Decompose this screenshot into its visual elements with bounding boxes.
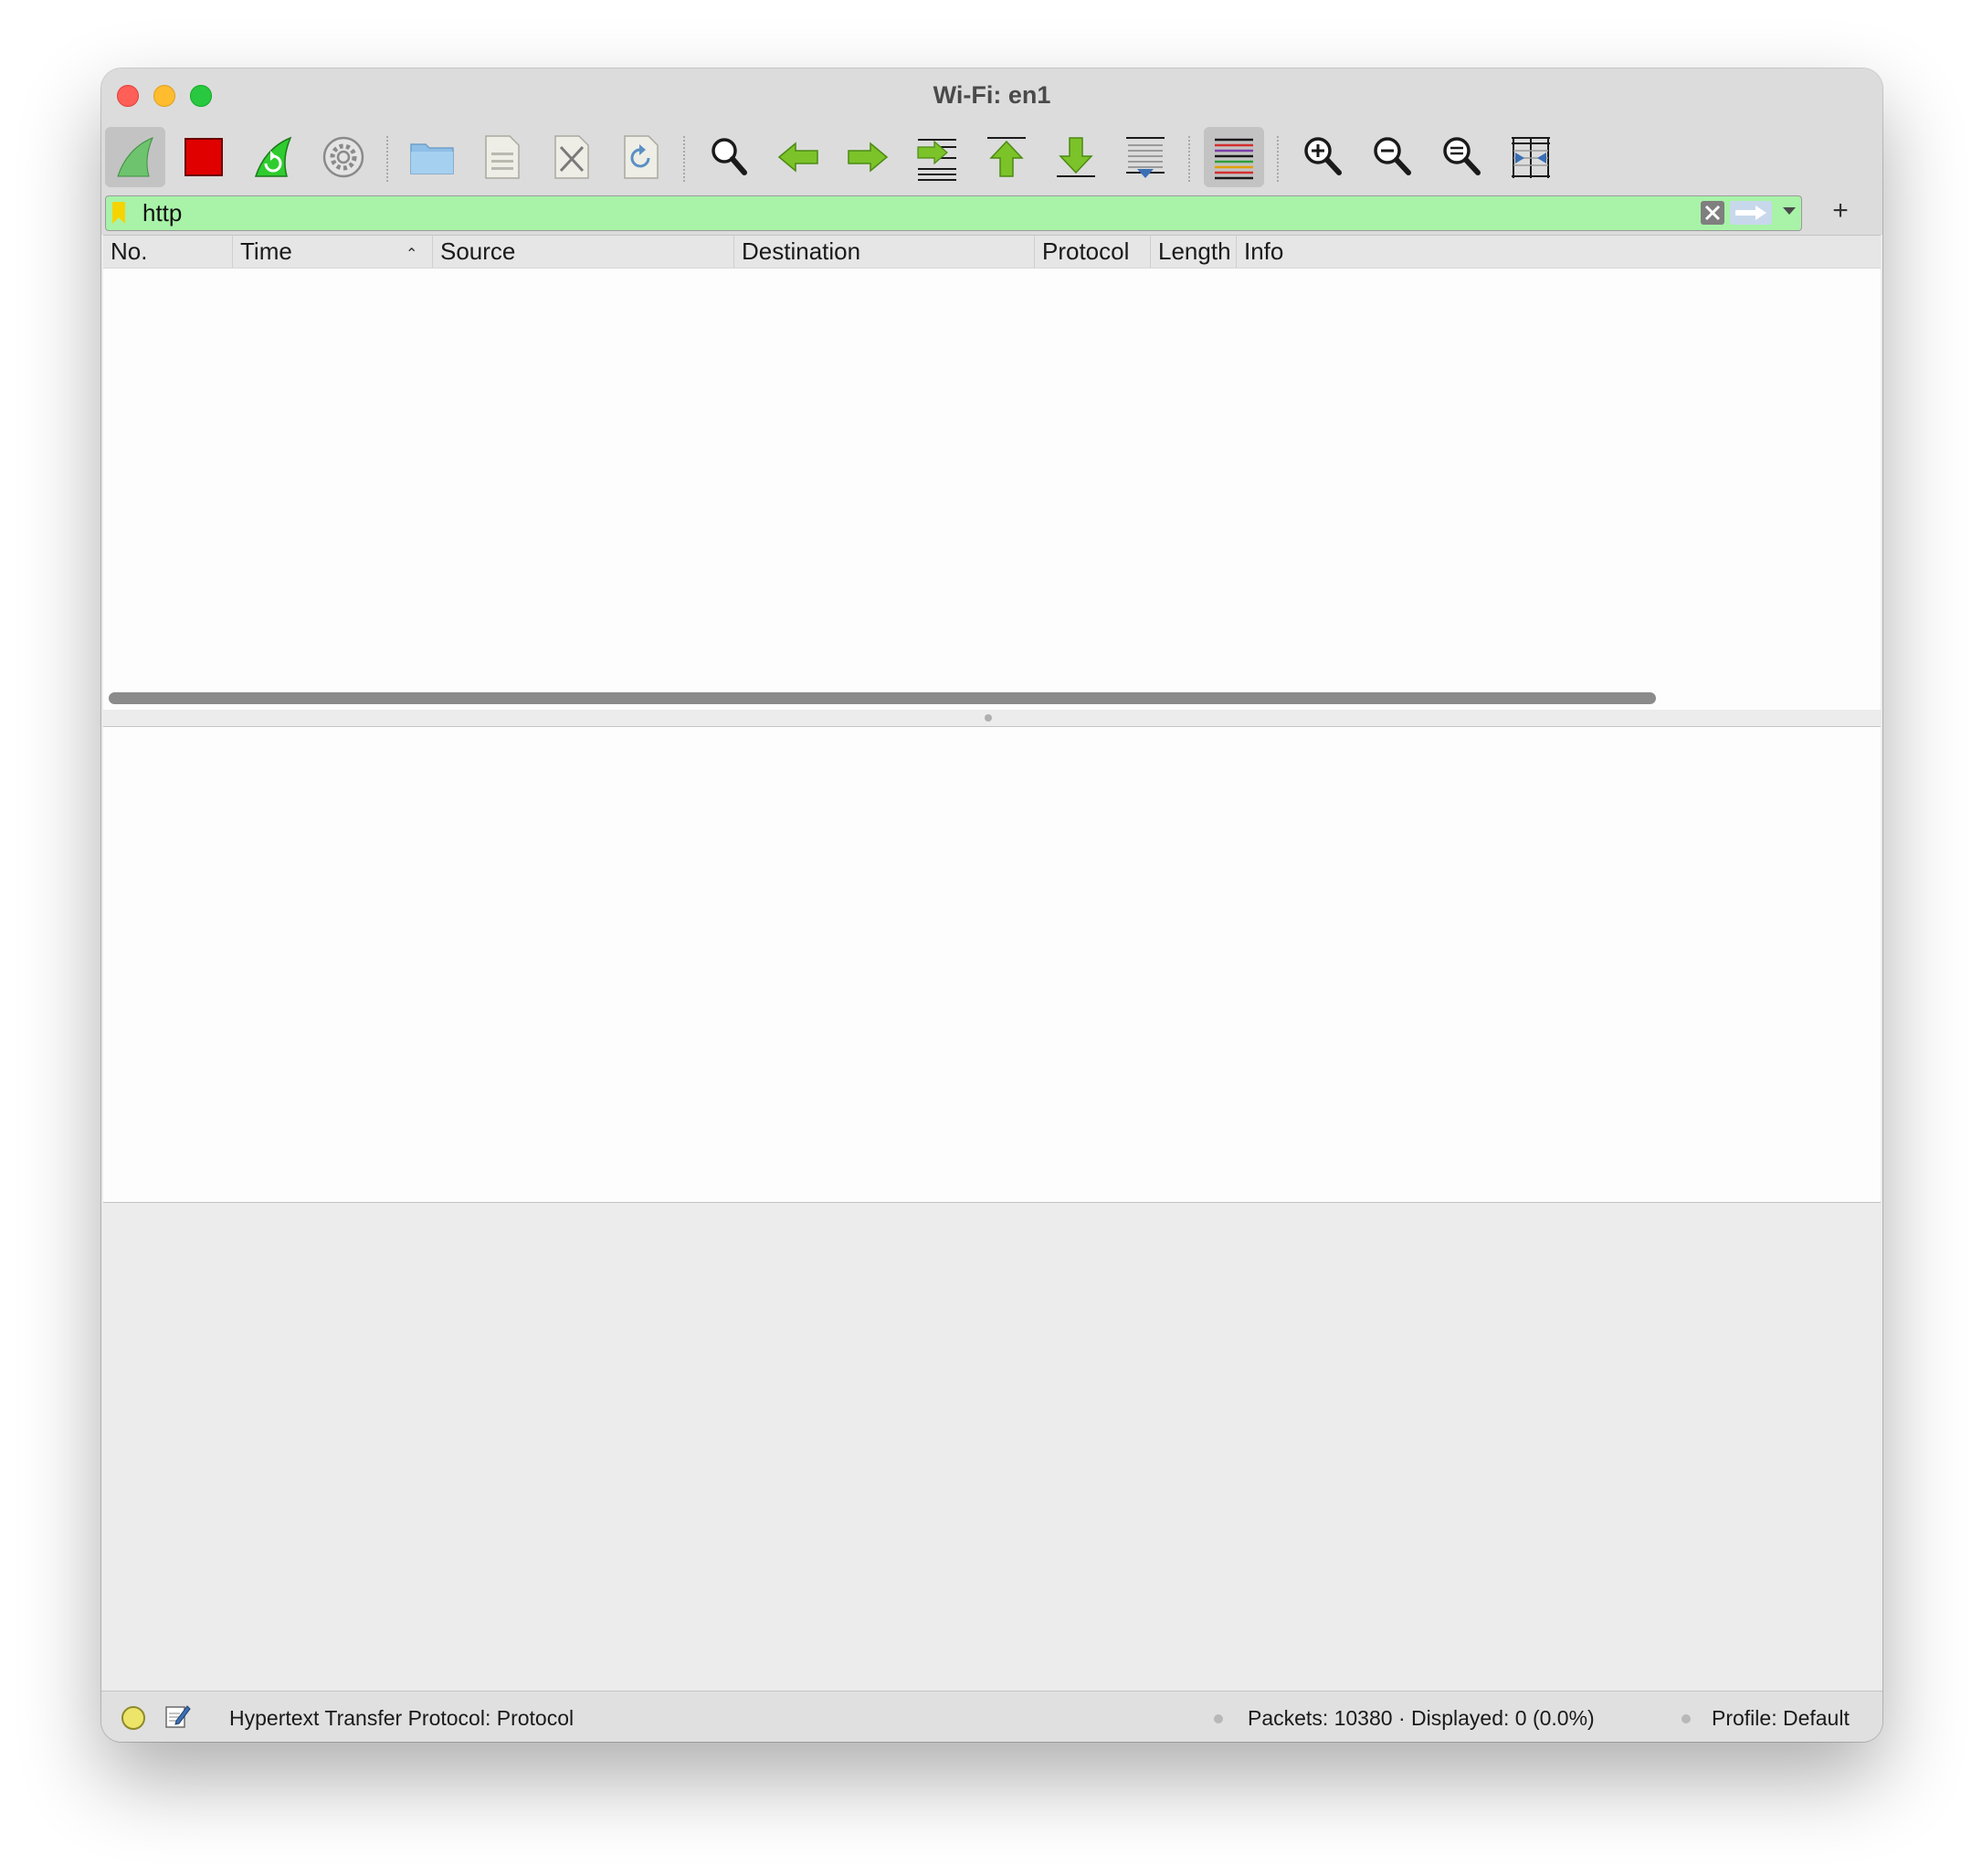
close-file-button[interactable] [541,127,601,187]
clear-x-icon [1704,205,1721,221]
find-packet-button[interactable] [699,127,759,187]
display-filter-input[interactable] [142,199,1787,227]
bookmark-icon[interactable] [112,202,125,224]
capture-options-button[interactable] [313,127,374,187]
comment-edit-icon[interactable] [163,1702,191,1730]
arrow-up-first-icon [987,137,1026,177]
toolbar-separator [1188,136,1190,182]
status-divider-dot [1214,1714,1223,1723]
zoom-out-button[interactable] [1362,127,1422,187]
apply-arrow-icon [1735,206,1766,220]
reload-file-button[interactable] [610,127,670,187]
open-file-button[interactable] [402,127,462,187]
arrow-right-icon [848,142,889,173]
toolbar-separator [1277,136,1279,182]
add-filter-button[interactable]: + [1822,193,1859,229]
packet-list-pane[interactable]: No. Time ⌃ Source Destination Protocol L… [103,235,1881,711]
column-header-destination[interactable]: Destination [733,236,1034,268]
toolbar-separator [683,136,685,182]
go-last-button[interactable] [1046,127,1106,187]
save-file-button[interactable] [471,127,532,187]
resize-columns-button[interactable] [1501,127,1561,187]
go-forward-button[interactable] [838,127,898,187]
column-header-source[interactable]: Source [432,236,733,268]
title-bar[interactable]: Wi-Fi: en1 [101,69,1882,123]
chevron-down-icon[interactable] [1783,207,1796,215]
clear-filter-button[interactable] [1701,201,1724,225]
colorize-button[interactable] [1204,127,1264,187]
column-header-protocol[interactable]: Protocol [1034,236,1150,268]
gear-icon [322,136,364,178]
folder-icon [410,143,454,174]
arrow-down-last-icon [1057,137,1095,177]
packet-list-header: No. Time ⌃ Source Destination Protocol L… [103,236,1881,269]
zoom-out-icon [1374,137,1411,175]
zoom-normal-button[interactable] [1431,127,1492,187]
toolbar-separator [386,136,388,182]
jump-to-packet-icon [917,139,956,181]
expert-info-led-icon[interactable] [121,1706,145,1730]
start-capture-button[interactable] [105,127,165,187]
packet-details-pane[interactable] [103,726,1881,1203]
column-header-info[interactable]: Info [1236,236,1881,268]
go-first-button[interactable] [976,127,1037,187]
zoom-normal-icon [1443,137,1481,175]
resize-columns-icon [1512,137,1550,178]
window-title: Wi-Fi: en1 [933,81,1051,109]
column-header-time[interactable]: Time [232,236,432,268]
main-toolbar [101,123,1882,193]
close-file-icon [554,135,589,179]
status-field-info: Hypertext Transfer Protocol: Protocol [229,1706,575,1730]
restart-fin-icon [254,136,292,177]
pane-splitter[interactable] [101,710,1882,726]
go-to-packet-button[interactable] [907,127,967,187]
document-icon [485,135,520,179]
magnifier-icon [712,138,747,175]
column-header-length[interactable]: Length [1150,236,1236,268]
status-divider-dot [1682,1714,1691,1723]
colorize-lines-icon [1215,138,1253,180]
go-back-button[interactable] [768,127,828,187]
display-filter-bar: + [101,193,1882,235]
apply-filter-button[interactable] [1730,201,1772,225]
auto-scroll-button[interactable] [1115,127,1175,187]
packet-bytes-pane[interactable] [101,1203,1882,1691]
zoom-in-button[interactable] [1292,127,1353,187]
arrow-left-icon [777,142,818,173]
restart-capture-button[interactable] [243,127,303,187]
status-bar: Hypertext Transfer Protocol: Protocol Pa… [101,1691,1882,1742]
status-profile[interactable]: Profile: Default [1712,1706,1850,1731]
sort-ascending-icon: ⌃ [406,247,418,262]
stop-square-icon [184,138,223,176]
autoscroll-icon [1126,137,1165,178]
status-packets-count: Packets: 10380 · Displayed: 0 (0.0%) [1248,1706,1595,1730]
stop-capture-button[interactable] [174,127,234,187]
zoom-in-icon [1304,137,1342,175]
column-header-no[interactable]: No. [103,236,232,268]
display-filter-field[interactable] [105,195,1802,231]
wireshark-window: Wi-Fi: en1 http + No. Time ⌃ Source Dest… [101,69,1882,1742]
horizontal-scrollbar[interactable] [109,692,1656,704]
shark-fin-icon [117,137,153,177]
splitter-handle[interactable] [985,714,992,722]
reload-icon [624,135,659,179]
